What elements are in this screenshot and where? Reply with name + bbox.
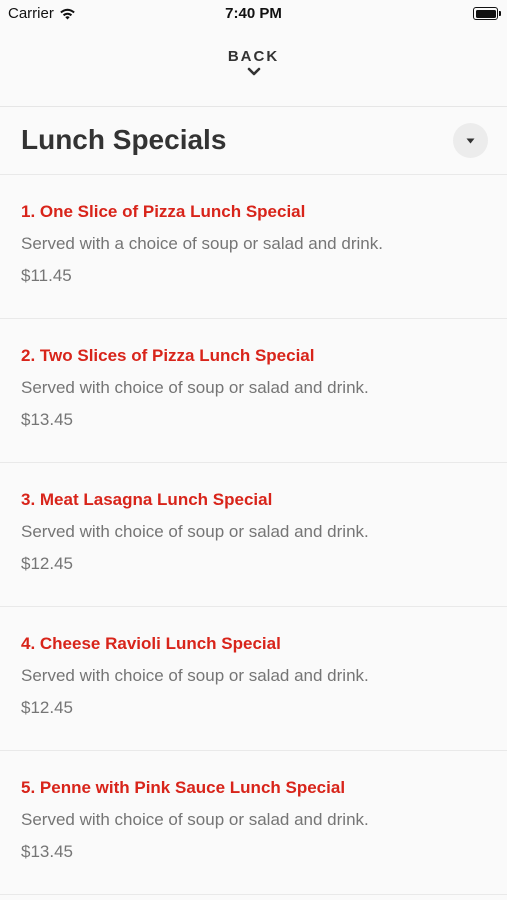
menu-list: 1. One Slice of Pizza Lunch Special Serv… bbox=[0, 175, 507, 895]
item-price: $11.45 bbox=[21, 266, 72, 285]
item-price: $13.45 bbox=[21, 842, 73, 861]
menu-item[interactable]: 3. Meat Lasagna Lunch Special Served wit… bbox=[0, 463, 507, 607]
item-price: $12.45 bbox=[21, 554, 73, 573]
item-name: 2. Two Slices of Pizza Lunch Special bbox=[21, 346, 315, 365]
section-title: Lunch Specials bbox=[21, 124, 227, 155]
item-description: Served with choice of soup or salad and … bbox=[21, 666, 369, 685]
item-name: 1. One Slice of Pizza Lunch Special bbox=[21, 202, 306, 221]
menu-item[interactable]: 1. One Slice of Pizza Lunch Special Serv… bbox=[0, 175, 507, 319]
caret-down-icon bbox=[466, 138, 475, 143]
item-price: $13.45 bbox=[21, 410, 73, 429]
item-name: 4. Cheese Ravioli Lunch Special bbox=[21, 634, 281, 653]
section-dropdown-button[interactable] bbox=[453, 123, 488, 158]
status-bar: Carrier 7:40 PM bbox=[0, 0, 507, 30]
item-description: Served with choice of soup or salad and … bbox=[21, 810, 369, 829]
item-price: $12.45 bbox=[21, 698, 73, 717]
item-description: Served with choice of soup or salad and … bbox=[21, 522, 369, 541]
battery-icon bbox=[473, 7, 501, 20]
chevron-down-icon bbox=[247, 67, 260, 76]
back-label: BACK bbox=[227, 48, 280, 65]
back-button[interactable]: BACK bbox=[0, 30, 507, 107]
menu-item[interactable]: 5. Penne with Pink Sauce Lunch Special S… bbox=[0, 751, 507, 895]
item-name: 3. Meat Lasagna Lunch Special bbox=[21, 490, 273, 509]
item-description: Served with a choice of soup or salad an… bbox=[21, 234, 383, 253]
menu-item[interactable]: 4. Cheese Ravioli Lunch Special Served w… bbox=[0, 607, 507, 751]
status-time: 7:40 PM bbox=[225, 5, 282, 22]
item-name: 5. Penne with Pink Sauce Lunch Special bbox=[21, 778, 346, 797]
section-header: Lunch Specials bbox=[0, 107, 507, 175]
item-description: Served with choice of soup or salad and … bbox=[21, 378, 369, 397]
menu-item[interactable]: 2. Two Slices of Pizza Lunch Special Ser… bbox=[0, 319, 507, 463]
